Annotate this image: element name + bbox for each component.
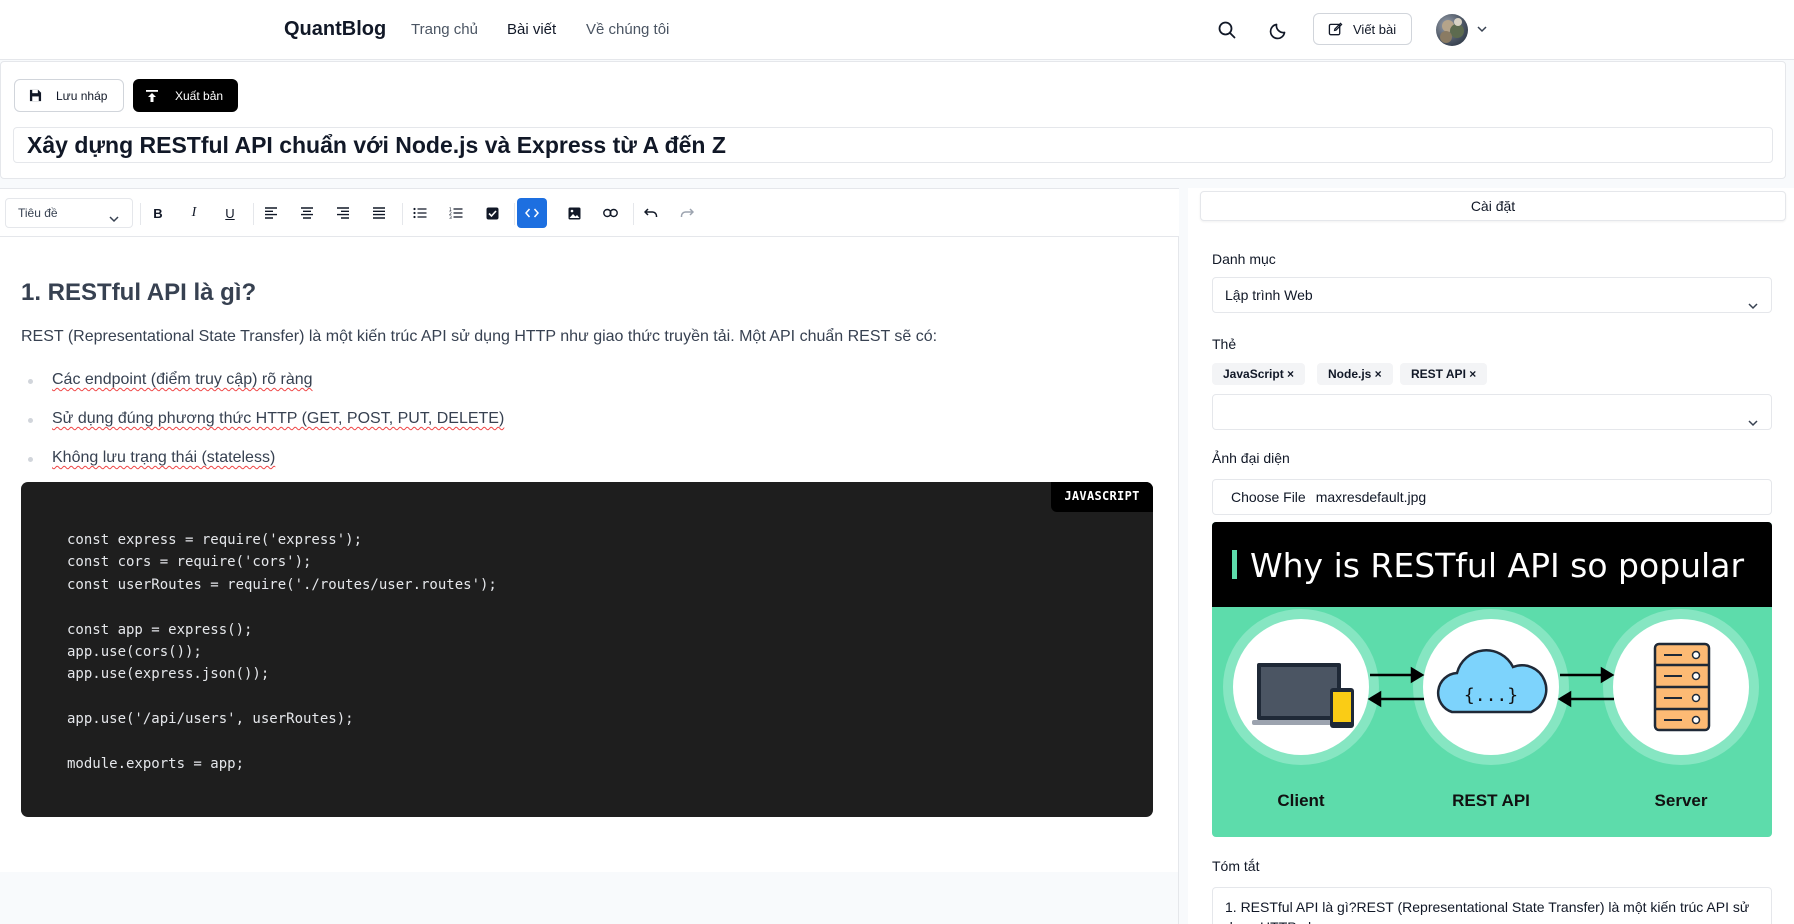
preview-label-server: Server (1654, 791, 1708, 810)
tags-label: Thẻ (1212, 336, 1237, 352)
code-line: const express = require('express'); (67, 532, 363, 548)
numbered-list-icon[interactable]: 123 (441, 198, 471, 228)
heading-select[interactable]: Tiêu đề (5, 198, 133, 228)
code-language-badge: JAVASCRIPT (1051, 482, 1153, 512)
editor-footer (0, 872, 1178, 924)
category-label: Danh mục (1212, 251, 1276, 267)
rich-text-editor: Tiêu đề B I U 123 1. RESTful API là gì? … (0, 188, 1179, 924)
checkbox-list-icon[interactable] (477, 198, 507, 228)
bold-button[interactable]: B (143, 198, 173, 228)
summary-textarea[interactable]: 1. RESTful API là gì?REST (Representatio… (1212, 887, 1772, 924)
save-draft-label: Lưu nháp (56, 88, 108, 103)
align-justify-icon[interactable] (364, 198, 394, 228)
save-draft-button[interactable]: Lưu nháp (14, 79, 124, 112)
edit-icon (1328, 22, 1343, 35)
preview-accent-bar (1232, 550, 1237, 579)
link-icon[interactable] (595, 198, 625, 228)
code-line: const cors = require('cors'); (67, 554, 312, 570)
editor-toolbar: Tiêu đề B I U 123 (0, 188, 1179, 237)
user-avatar[interactable] (1436, 14, 1468, 46)
align-left-icon[interactable] (256, 198, 286, 228)
heading-select-value: Tiêu đề (18, 206, 58, 220)
code-line: const userRoutes = require('./routes/use… (67, 577, 497, 593)
content-heading: 1. RESTful API là gì? (21, 279, 257, 306)
tags-select[interactable] (1212, 394, 1772, 430)
code-line: const app = express(); (67, 622, 253, 638)
editor-content[interactable]: 1. RESTful API là gì? REST (Representati… (0, 237, 1178, 867)
write-post-label: Viết bài (1353, 21, 1397, 37)
brand-logo[interactable]: QuantBlog (284, 18, 386, 41)
chevron-down-icon (1747, 290, 1759, 324)
featured-image-preview: Why is RESTful API so popular {...} Clie… (1212, 522, 1772, 837)
nav-posts[interactable]: Bài viết (507, 21, 556, 38)
content-paragraph: REST (Representational State Transfer) l… (21, 328, 938, 345)
server-icon (1653, 642, 1711, 732)
code-line: module.exports = app; (67, 756, 245, 772)
publish-button[interactable]: Xuất bản (133, 79, 238, 112)
featured-image-label: Ảnh đại diện (1212, 450, 1290, 466)
category-select-value: Lập trình Web (1225, 287, 1313, 303)
svg-text:3: 3 (449, 215, 452, 219)
tag-chip[interactable]: REST API × (1400, 363, 1488, 385)
preview-title: Why is RESTful API so popular (1250, 546, 1745, 585)
underline-button[interactable]: U (215, 198, 245, 228)
tab-settings[interactable]: Cài đặt (1200, 191, 1786, 221)
toolbar-divider (633, 203, 634, 225)
settings-panel: Cài đặt Danh mục Lập trình Web Thẻ JavaS… (1188, 188, 1794, 924)
align-right-icon[interactable] (328, 198, 358, 228)
search-icon[interactable] (1212, 15, 1242, 45)
code-block[interactable]: JAVASCRIPT const express = require('expr… (21, 482, 1153, 817)
toolbar-divider (253, 203, 254, 225)
tag-chip[interactable]: Node.js × (1317, 363, 1393, 385)
api-glyph: {...} (1464, 685, 1518, 706)
image-icon[interactable] (559, 198, 589, 228)
nav-about[interactable]: Về chúng tôi (586, 21, 669, 38)
list-item: Các endpoint (điểm truy cập) rõ ràng (28, 371, 313, 388)
publish-label: Xuất bản (175, 88, 224, 103)
chevron-down-icon (1747, 407, 1759, 441)
code-line: app.use(cors()); (67, 644, 202, 660)
summary-label: Tóm tắt (1212, 858, 1260, 874)
tag-chip[interactable]: JavaScript × (1212, 363, 1306, 385)
italic-button[interactable]: I (179, 198, 209, 228)
preview-label-rest-api: REST API (1452, 791, 1530, 810)
redo-icon[interactable] (672, 198, 702, 228)
align-center-icon[interactable] (292, 198, 322, 228)
chevron-down-icon (108, 207, 120, 235)
undo-icon[interactable] (636, 198, 666, 228)
laptop-icon (1252, 663, 1354, 728)
post-title-card: Lưu nháp Xuất bản Xây dựng RESTful API c… (0, 61, 1786, 179)
preview-label-client: Client (1277, 791, 1325, 810)
featured-image-file-input[interactable]: Choose File maxresdefault.jpg (1212, 479, 1772, 515)
nav-home[interactable]: Trang chủ (411, 21, 478, 38)
toolbar-divider (514, 203, 515, 225)
save-icon (29, 89, 42, 102)
code-block-icon[interactable] (517, 198, 547, 228)
list-item: Không lưu trạng thái (stateless) (27, 449, 276, 466)
post-title-input[interactable]: Xây dựng RESTful API chuẩn với Node.js v… (13, 127, 1773, 163)
top-navbar: QuantBlog Trang chủ Bài viết Về chúng tô… (0, 0, 1794, 60)
code-line: app.use(express.json()); (67, 666, 270, 682)
category-select[interactable]: Lập trình Web (1212, 277, 1772, 313)
code-line: app.use('/api/users', userRoutes); (67, 711, 354, 727)
file-name: maxresdefault.jpg (1315, 489, 1427, 505)
write-post-button[interactable]: Viết bài (1313, 13, 1412, 45)
upload-icon (146, 89, 158, 102)
dark-mode-moon-icon[interactable] (1264, 15, 1294, 45)
toolbar-divider (402, 203, 403, 225)
bullet-list-icon[interactable] (405, 198, 435, 228)
choose-file-button[interactable]: Choose File (1231, 489, 1306, 505)
chevron-down-icon[interactable] (1476, 22, 1488, 40)
toolbar-divider (140, 203, 141, 225)
list-item: Sử dụng đúng phương thức HTTP (GET, POST… (27, 410, 505, 427)
